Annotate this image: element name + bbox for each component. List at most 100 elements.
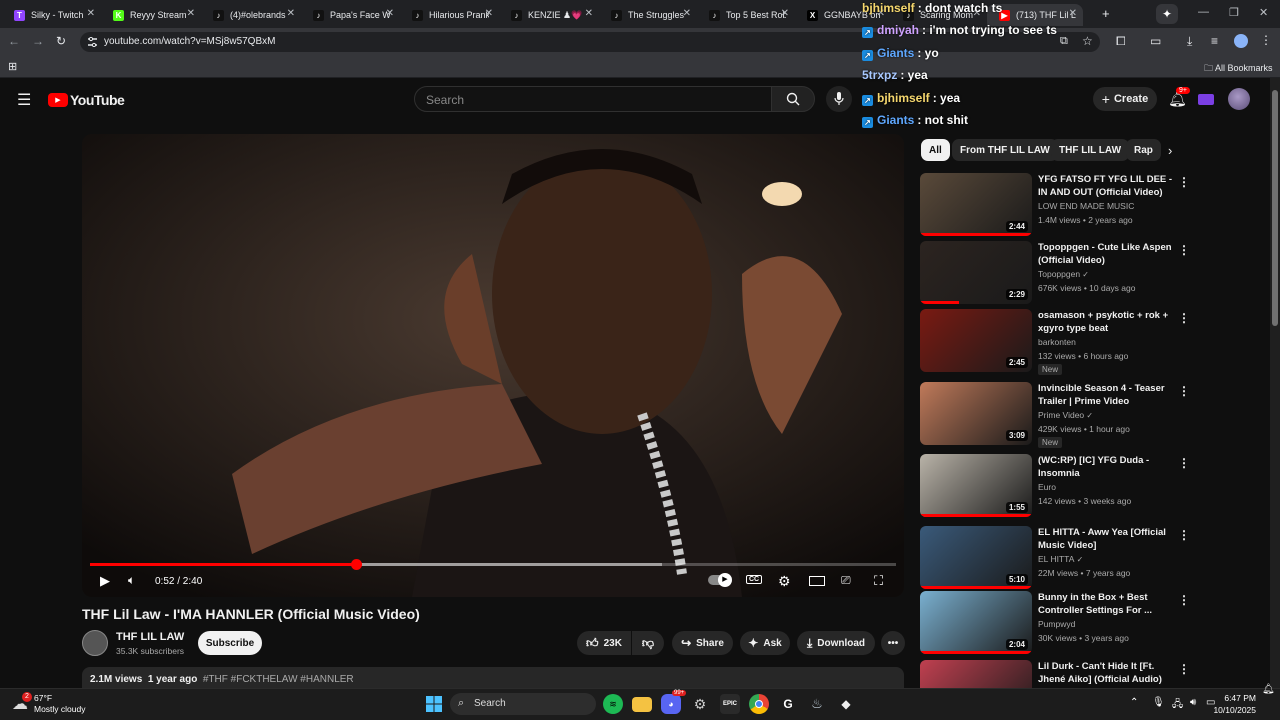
video-thumbnail[interactable]: 2:04 xyxy=(920,591,1032,654)
settings-gear-icon[interactable]: ⚙ xyxy=(778,573,791,590)
chrome-icon[interactable] xyxy=(749,694,769,714)
tab-close-icon[interactable]: ✕ xyxy=(287,8,295,19)
forward-icon[interactable]: → xyxy=(32,34,44,48)
page-scrollbar[interactable] xyxy=(1270,78,1280,688)
subscribe-button[interactable]: Subscribe xyxy=(198,631,262,655)
cast-icon[interactable]: ⎚ xyxy=(841,573,851,588)
more-options-icon[interactable]: ⋮ xyxy=(1178,243,1190,257)
recommended-video[interactable]: 2:44 YFG FATSO FT YFG LIL DEE - IN AND OU… xyxy=(920,173,1190,239)
recommended-video[interactable]: 1:55 (WC:RP) [IC] YFG Duda - Insomnia Euro… xyxy=(920,454,1190,520)
search-input[interactable]: Search xyxy=(414,86,772,112)
video-thumbnail[interactable]: 1:55 xyxy=(920,454,1032,517)
recommended-channel[interactable]: Prime Video ✓ xyxy=(1038,410,1093,420)
tab-close-icon[interactable]: ✕ xyxy=(485,8,493,19)
tray-volume-icon[interactable]: 🔊︎ xyxy=(1190,697,1196,708)
recommended-channel[interactable]: barkonten xyxy=(1038,337,1076,347)
spotify-icon[interactable]: ≋ xyxy=(603,694,623,714)
dislike-button[interactable]: 👎︎ xyxy=(632,631,664,655)
settings-app-icon[interactable]: ⚙ xyxy=(690,694,710,714)
recommended-video[interactable]: Lil Durk - Can't Hide It [Ft. Jhené Aiko… xyxy=(920,660,1190,688)
reading-list-icon[interactable]: ≡ xyxy=(1211,34,1218,48)
filter-chip[interactable]: All xyxy=(921,139,950,161)
bookmark-star-icon[interactable]: ☆ xyxy=(1082,34,1093,48)
reload-icon[interactable]: ↻ xyxy=(56,34,66,48)
progress-scrubber[interactable] xyxy=(350,559,362,570)
fullscreen-icon[interactable]: ⛶ xyxy=(874,573,883,589)
theater-mode-icon[interactable] xyxy=(809,576,825,586)
browser-tab[interactable]: ♪ Top 5 Best Rob ✕ xyxy=(697,4,795,26)
weather-widget[interactable]: ☁ 2 67°F Mostly cloudy xyxy=(8,692,118,716)
recommended-video[interactable]: 2:45 osamason + psykotic + rok + xgyro ty… xyxy=(920,309,1190,375)
roblox-icon[interactable]: ◆ xyxy=(836,694,856,714)
profile-icon[interactable] xyxy=(1234,34,1248,48)
recommended-video[interactable]: 2:04 Bunny in the Box + Best Controller S… xyxy=(920,591,1190,657)
recommended-channel[interactable]: Topoppgen ✓ xyxy=(1038,269,1089,279)
hashtags[interactable]: #THF #FCKTHELAW #HANNLER xyxy=(203,674,354,685)
tab-close-icon[interactable]: ✕ xyxy=(87,8,95,19)
more-options-icon[interactable]: ⋮ xyxy=(1178,384,1190,398)
browser-tab[interactable]: ♪ KENZIE ♟💗 ✕ xyxy=(499,4,599,26)
video-thumbnail[interactable]: 2:29 xyxy=(920,241,1032,304)
autoplay-toggle[interactable]: ▶ xyxy=(708,573,732,587)
new-tab-button[interactable]: + xyxy=(1102,6,1110,21)
back-icon[interactable]: ← xyxy=(8,34,20,48)
search-button[interactable] xyxy=(771,86,815,112)
video-thumbnail[interactable]: 2:44 xyxy=(920,173,1032,236)
site-info-icon[interactable] xyxy=(87,37,98,47)
maximize-button[interactable]: ❐ xyxy=(1229,6,1239,19)
clock[interactable]: 6:47 PM 10/10/2025 xyxy=(1208,692,1256,716)
taskbar-search[interactable]: ⌕ Search xyxy=(450,693,596,715)
tray-mic-icon[interactable]: 🎙︎ xyxy=(1152,697,1165,708)
cast-page-icon[interactable]: ⧉ xyxy=(1060,35,1068,48)
downloads-icon[interactable]: ⤓ xyxy=(1187,34,1192,49)
browser-tab[interactable]: ♪ The Struggles ✕ xyxy=(599,4,697,26)
recommended-channel[interactable]: Euro xyxy=(1038,482,1056,492)
create-button[interactable]: + Create xyxy=(1093,87,1157,111)
tray-network-icon[interactable]: 🖧 xyxy=(1172,697,1183,714)
account-avatar[interactable] xyxy=(1228,88,1250,110)
windows-start-icon[interactable] xyxy=(424,694,444,714)
discord-icon[interactable]: ◕ 99+ xyxy=(661,690,687,714)
close-window-button[interactable]: ✕ xyxy=(1259,6,1268,19)
file-explorer-icon[interactable] xyxy=(632,697,652,712)
notifications-button[interactable]: 🔔︎ 9+ xyxy=(1168,87,1190,109)
notification-center-icon[interactable]: 🔔︎ xyxy=(1262,684,1275,695)
volume-icon[interactable]: 🔈︎ xyxy=(128,573,135,588)
more-options-icon[interactable]: ⋮ xyxy=(1178,662,1190,676)
tab-close-icon[interactable]: ✕ xyxy=(386,8,394,19)
channel-name[interactable]: THF LIL LAW xyxy=(116,631,184,643)
download-button[interactable]: ⤓ Download xyxy=(797,631,875,655)
chevron-right-icon[interactable]: › xyxy=(1168,143,1172,158)
filter-chip[interactable]: Rap xyxy=(1126,139,1161,161)
recommended-channel[interactable]: LOW END MADE MUSIC xyxy=(1038,201,1134,211)
share-button[interactable]: ↪ Share xyxy=(672,631,733,655)
recommended-video[interactable]: 3:09 Invincible Season 4 - Teaser Trailer… xyxy=(920,382,1190,448)
more-actions-button[interactable]: ••• xyxy=(881,631,905,655)
tab-close-icon[interactable]: ✕ xyxy=(585,8,593,19)
tab-close-icon[interactable]: ✕ xyxy=(781,8,789,19)
video-player[interactable]: ▶ 🔈︎ 0:52 / 2:40 ▶ CC ⚙ ⎚ ⛶ xyxy=(82,134,904,597)
video-thumbnail[interactable]: 3:09 xyxy=(920,382,1032,445)
channel-avatar[interactable] xyxy=(82,630,108,656)
browser-tab[interactable]: ♪ Papa's Face W ✕ xyxy=(301,4,400,26)
sidebar-icon[interactable]: ▭ xyxy=(1150,34,1161,48)
recommended-channel[interactable]: Pumpwyd xyxy=(1038,619,1075,629)
video-thumbnail[interactable] xyxy=(920,660,1032,688)
recommended-video[interactable]: 5:10 EL HITTA - Aww Yea [Official Music V… xyxy=(920,526,1190,592)
ask-button[interactable]: ✦ Ask xyxy=(740,631,790,655)
tab-close-icon[interactable]: ✕ xyxy=(683,8,691,19)
browser-tab[interactable]: ♪ Hilarious Prank ✕ xyxy=(400,4,499,26)
minimize-button[interactable]: — xyxy=(1198,6,1209,18)
more-options-icon[interactable]: ⋮ xyxy=(1178,456,1190,470)
premium-badge-icon[interactable] xyxy=(1198,94,1214,105)
captions-icon[interactable]: CC xyxy=(746,575,763,584)
scrollbar-thumb[interactable] xyxy=(1272,90,1278,326)
hamburger-menu-icon[interactable]: ☰ xyxy=(17,90,31,110)
youtube-logo[interactable]: ▶ YouTube xyxy=(48,92,125,108)
tab-close-icon[interactable]: ✕ xyxy=(187,8,195,19)
extension-sparkle-icon[interactable]: ✦ xyxy=(1156,4,1178,24)
more-options-icon[interactable]: ⋮ xyxy=(1178,528,1190,542)
video-thumbnail[interactable]: 5:10 xyxy=(920,526,1032,589)
play-icon[interactable]: ▶ xyxy=(100,573,110,589)
browser-tab[interactable]: K Reyyy Stream ✕ xyxy=(101,4,201,26)
